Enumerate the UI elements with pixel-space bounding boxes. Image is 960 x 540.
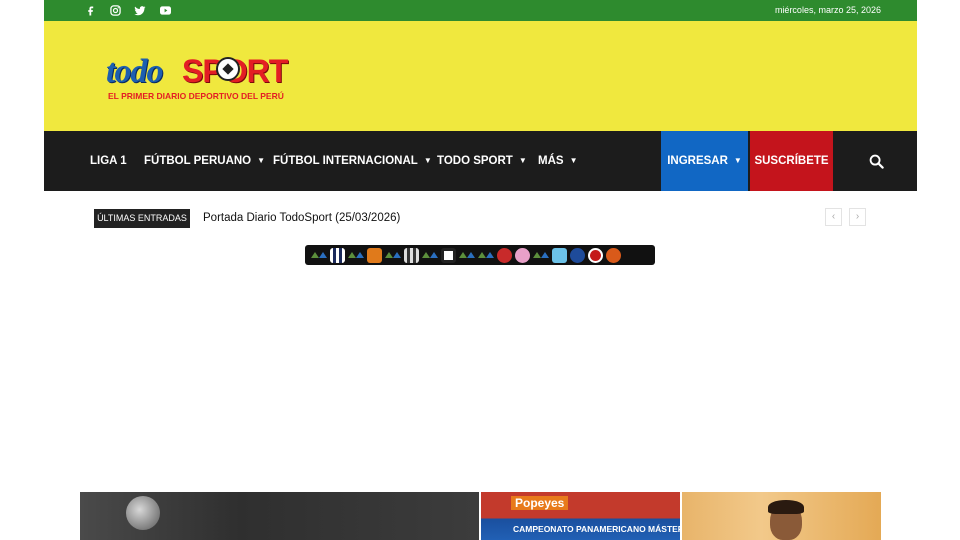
site-header: todo SPORT EL PRIMER DIARIO DEPORTIVO DE… [44,21,917,131]
top-bar: miércoles, marzo 25, 2026 [44,0,917,21]
chevron-down-icon: ▼ [569,156,578,165]
nav-item-label: MÁS [538,155,564,167]
championship-banner: CAMPEONATO PANAMERICANO MÁSTER [513,524,680,534]
subscribe-label: SUSCRÍBETE [754,155,829,167]
team-badge-alianza-atletico[interactable] [570,247,585,263]
page: miércoles, marzo 25, 2026 todo SPORT EL … [44,0,917,540]
broken-image-icon [533,250,549,260]
soccer-ball-icon [216,57,240,81]
login-label: INGRESAR [667,155,728,167]
featured-image-2[interactable]: Popeyes CAMPEONATO PANAMERICANO MÁSTER [481,492,680,540]
nav-item-label: TODO SPORT [437,155,513,167]
popeyes-banner: Popeyes [511,496,569,510]
team-badge-adt[interactable] [404,247,419,263]
featured-image-1[interactable] [80,492,479,540]
soccer-ball-icon [126,496,160,530]
chevron-down-icon: ▼ [518,156,527,165]
nav-item-mas[interactable]: MÁS ▼ [538,131,577,191]
chevron-down-icon: ▼ [257,156,266,165]
logo-tagline: EL PRIMER DIARIO DEPORTIVO DEL PERÚ [108,91,284,101]
logo-todo-text: todo [106,53,163,90]
facebook-icon[interactable] [82,0,98,21]
broken-image-icon [385,250,401,260]
nav-item-liga-1[interactable]: LIGA 1 [90,131,127,191]
ticker-headline-link[interactable]: Portada Diario TodoSport (25/03/2026) [203,209,400,228]
chevron-down-icon: ▼ [423,156,432,165]
team-badge-sport-boys[interactable] [515,247,530,263]
youtube-icon[interactable] [157,0,173,21]
instagram-icon[interactable] [107,0,123,21]
team-badge-sporting-cristal[interactable] [552,247,567,263]
team-badge-alianza[interactable] [330,247,345,263]
team-badge-cienciano[interactable] [441,247,456,263]
broken-image-icon [422,250,438,260]
person-hair [768,500,804,514]
nav-item-futbol-internacional[interactable]: FÚTBOL INTERNACIONAL ▼ [273,131,432,191]
nav-item-futbol-peruano[interactable]: FÚTBOL PERUANO ▼ [144,131,265,191]
chevron-right-icon[interactable]: › [849,208,866,226]
featured-image-3[interactable] [682,492,881,540]
twitter-icon[interactable] [132,0,148,21]
current-date: miércoles, marzo 25, 2026 [774,5,881,15]
nav-item-label: FÚTBOL PERUANO [144,155,252,167]
team-badge-universitario[interactable] [588,247,603,263]
team-badge-utc[interactable] [606,247,621,263]
broken-image-icon [459,250,475,260]
nav-item-todo-sport[interactable]: TODO SPORT ▼ [437,131,527,191]
search-icon [869,154,884,169]
chevron-left-icon[interactable]: ‹ [825,208,842,226]
login-button[interactable]: INGRESAR ▼ [661,131,748,191]
main-nav: LIGA 1 FÚTBOL PERUANO ▼ FÚTBOL INTERNACIO… [44,131,917,191]
nav-item-label: FÚTBOL INTERNACIONAL [273,155,418,167]
latest-entries-label: ÚLTIMAS ENTRADAS [94,209,190,228]
subscribe-button[interactable]: SUSCRÍBETE [750,131,833,191]
team-badge-atletico-grau[interactable] [367,247,382,263]
team-badges-strip [305,245,655,265]
todosport-logo[interactable]: todo SPORT EL PRIMER DIARIO DEPORTIVO DE… [106,51,316,105]
nav-item-label: LIGA 1 [90,155,127,167]
search-button[interactable] [835,131,917,191]
broken-image-icon [478,250,494,260]
broken-image-icon [348,250,364,260]
chevron-down-icon: ▼ [733,156,742,165]
broken-image-icon [311,250,327,260]
team-badge-cusco[interactable] [497,247,512,263]
